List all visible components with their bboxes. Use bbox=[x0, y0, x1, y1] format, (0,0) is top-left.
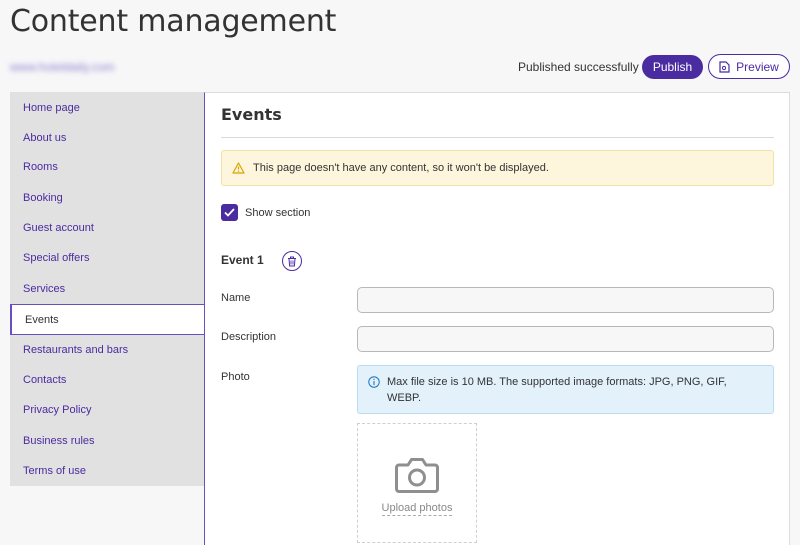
sidebar-item-restaurants-and-bars[interactable]: Restaurants and bars bbox=[10, 334, 204, 365]
preview-icon bbox=[719, 60, 730, 73]
sidebar-item-label: Home page bbox=[23, 101, 80, 114]
sidebar-item-events[interactable]: Events bbox=[10, 304, 205, 335]
sidebar-item-booking[interactable]: Booking bbox=[10, 182, 204, 213]
upload-photos-label[interactable]: Upload photos bbox=[381, 502, 453, 516]
warning-icon bbox=[232, 162, 245, 174]
sidebar-item-about-us[interactable]: About us bbox=[10, 122, 204, 153]
description-input[interactable] bbox=[357, 326, 774, 352]
sidebar-item-label: Terms of use bbox=[23, 464, 86, 477]
photo-info-box: Max file size is 10 MB. The supported im… bbox=[357, 365, 774, 414]
sidebar-item-services[interactable]: Services bbox=[10, 273, 204, 304]
upload-photos-dropzone[interactable]: Upload photos bbox=[357, 423, 477, 543]
trash-icon bbox=[288, 256, 296, 266]
preview-button[interactable]: Preview bbox=[708, 54, 790, 79]
sidebar-item-home-page[interactable]: Home page bbox=[10, 92, 204, 123]
publish-button-label: Publish bbox=[652, 60, 693, 74]
sidebar-item-label: Special offers bbox=[23, 251, 90, 264]
show-section-checkbox[interactable] bbox=[221, 204, 238, 221]
sidebar-item-guest-account[interactable]: Guest account bbox=[10, 212, 204, 243]
checkmark-icon bbox=[224, 208, 235, 217]
sidebar-item-label: Restaurants and bars bbox=[23, 343, 129, 356]
photo-info-text: Max file size is 10 MB. The supported im… bbox=[387, 376, 727, 404]
sidebar-item-label: Rooms bbox=[23, 160, 58, 173]
name-input[interactable] bbox=[357, 287, 774, 313]
description-label: Description bbox=[221, 331, 277, 343]
event-heading: Event 1 bbox=[221, 253, 264, 267]
sidebar-item-label: Privacy Policy bbox=[23, 403, 92, 416]
show-section-label: Show section bbox=[245, 206, 311, 219]
warning-text: This page doesn't have any content, so i… bbox=[253, 162, 549, 174]
sidebar-item-label: Business rules bbox=[23, 434, 95, 447]
preview-button-label: Preview bbox=[736, 59, 779, 74]
info-icon bbox=[368, 376, 380, 388]
camera-icon bbox=[395, 458, 439, 493]
sidebar-item-contacts[interactable]: Contacts bbox=[10, 364, 204, 395]
sidebar-item-label: Contacts bbox=[23, 373, 67, 386]
sidebar-item-label: Services bbox=[23, 282, 66, 295]
delete-event-button[interactable] bbox=[282, 251, 302, 271]
content-panel: Events This page doesn't have any conten… bbox=[204, 92, 790, 545]
empty-page-warning: This page doesn't have any content, so i… bbox=[221, 150, 774, 186]
sidebar-item-label: Guest account bbox=[23, 221, 94, 234]
sidebar-item-label: About us bbox=[23, 131, 67, 144]
sidebar-item-business-rules[interactable]: Business rules bbox=[10, 425, 204, 456]
page-title: Content management bbox=[10, 4, 337, 39]
publish-status: Published successfully bbox=[518, 60, 639, 74]
sidebar: Home page About us Rooms Booking Guest a… bbox=[10, 92, 205, 486]
sidebar-item-label: Events bbox=[25, 313, 59, 326]
sidebar-item-label: Booking bbox=[23, 191, 63, 204]
section-title: Events bbox=[221, 105, 282, 124]
show-section-toggle[interactable]: Show section bbox=[221, 204, 310, 221]
sidebar-item-privacy-policy[interactable]: Privacy Policy bbox=[10, 394, 204, 425]
sidebar-item-rooms[interactable]: Rooms bbox=[10, 151, 204, 182]
sidebar-item-terms-of-use[interactable]: Terms of use bbox=[10, 455, 204, 486]
hotel-website-link[interactable]: www.hoteldaily.com bbox=[10, 60, 114, 74]
publish-button[interactable]: Publish bbox=[642, 55, 703, 79]
divider bbox=[221, 137, 774, 138]
photo-label: Photo bbox=[221, 371, 250, 383]
name-label: Name bbox=[221, 292, 251, 304]
sidebar-item-special-offers[interactable]: Special offers bbox=[10, 242, 204, 273]
